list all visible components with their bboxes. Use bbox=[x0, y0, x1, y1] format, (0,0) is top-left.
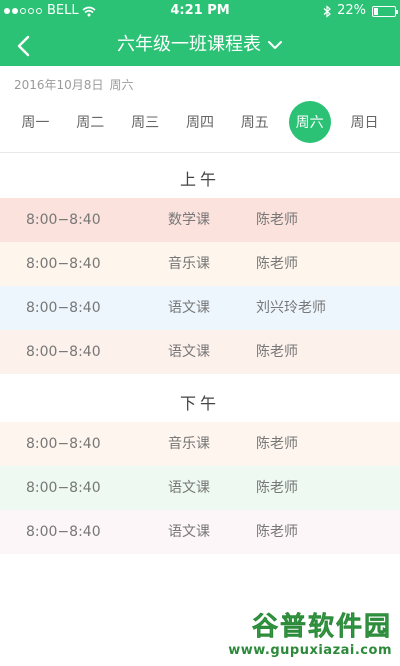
day-tab-sun[interactable]: 周日 bbox=[343, 101, 385, 143]
row-time: 8:00−8:40 bbox=[26, 256, 101, 272]
battery-icon bbox=[372, 5, 398, 17]
row-time: 8:00−8:40 bbox=[26, 300, 101, 316]
schedule-row-pm-3[interactable]: 8:00−8:40 语文课 陈老师 bbox=[0, 510, 400, 554]
morning-section-title: 上午 bbox=[179, 170, 220, 189]
row-course: 语文课 bbox=[168, 300, 210, 316]
row-time: 8:00−8:40 bbox=[26, 344, 101, 360]
row-teacher: 陈老师 bbox=[256, 256, 298, 272]
class-selector[interactable]: 六年级一班课程表 bbox=[117, 32, 283, 58]
day-tab-tue[interactable]: 周二 bbox=[69, 101, 111, 143]
app-header: BELL 4:21 PM 22% 六年级一班课程表 bbox=[0, 0, 400, 66]
day-tab-thu[interactable]: 周四 bbox=[179, 101, 221, 143]
day-tab-sat[interactable]: 周六 bbox=[288, 101, 331, 143]
afternoon-section-title: 下午 bbox=[179, 394, 220, 413]
row-teacher: 陈老师 bbox=[256, 436, 298, 452]
schedule-row-am-3[interactable]: 8:00−8:40 语文课 刘兴玲老师 bbox=[0, 286, 400, 330]
row-teacher: 陈老师 bbox=[256, 212, 298, 228]
row-course: 语文课 bbox=[168, 480, 210, 496]
day-tab-fri[interactable]: 周五 bbox=[234, 101, 276, 143]
bluetooth-icon bbox=[323, 4, 332, 18]
row-time: 8:00−8:40 bbox=[26, 524, 101, 540]
weekday-selector: 周一 周二 周三 周四 周五 周六 周日 bbox=[0, 98, 400, 146]
row-course: 语文课 bbox=[168, 524, 210, 540]
row-teacher: 陈老师 bbox=[256, 344, 298, 360]
schedule-row-am-4[interactable]: 8:00−8:40 语文课 陈老师 bbox=[0, 330, 400, 374]
current-date: 2016年10月8日 周六 bbox=[14, 76, 139, 93]
day-tab-wed[interactable]: 周三 bbox=[124, 101, 166, 143]
row-time: 8:00−8:40 bbox=[26, 436, 101, 452]
day-tab-mon[interactable]: 周一 bbox=[14, 101, 56, 143]
schedule-row-pm-1[interactable]: 8:00−8:40 音乐课 陈老师 bbox=[0, 422, 400, 466]
watermark-url: www.gupuxiazai.com bbox=[228, 643, 392, 658]
row-course: 语文课 bbox=[168, 344, 210, 360]
row-course: 音乐课 bbox=[168, 436, 210, 452]
title-text: 六年级一班课程表 bbox=[117, 34, 261, 55]
battery-percent: 22% bbox=[337, 3, 366, 18]
battery-fill bbox=[374, 7, 378, 15]
row-time: 8:00−8:40 bbox=[26, 480, 101, 496]
schedule-row-am-1[interactable]: 8:00−8:40 数学课 陈老师 bbox=[0, 198, 400, 242]
date-text: 2016年10月8日 bbox=[14, 78, 104, 92]
row-time: 8:00−8:40 bbox=[26, 212, 101, 228]
row-teacher: 刘兴玲老师 bbox=[256, 300, 326, 316]
schedule-row-am-2[interactable]: 8:00−8:40 音乐课 陈老师 bbox=[0, 242, 400, 286]
row-teacher: 陈老师 bbox=[256, 524, 298, 540]
row-course: 音乐课 bbox=[168, 256, 210, 272]
divider bbox=[0, 152, 400, 153]
page-title: 六年级一班课程表 bbox=[0, 32, 400, 58]
nav-bar: 六年级一班课程表 bbox=[0, 26, 400, 66]
watermark-brand: 谷普软件园 bbox=[251, 612, 392, 643]
date-weekday: 周六 bbox=[109, 78, 134, 92]
chevron-down-icon bbox=[268, 41, 282, 49]
row-course: 数学课 bbox=[168, 212, 210, 228]
row-teacher: 陈老师 bbox=[256, 480, 298, 496]
watermark: 谷普软件园 www.gupuxiazai.com bbox=[228, 606, 392, 658]
status-bar: BELL 4:21 PM 22% bbox=[0, 0, 400, 22]
schedule-row-pm-2[interactable]: 8:00−8:40 语文课 陈老师 bbox=[0, 466, 400, 510]
